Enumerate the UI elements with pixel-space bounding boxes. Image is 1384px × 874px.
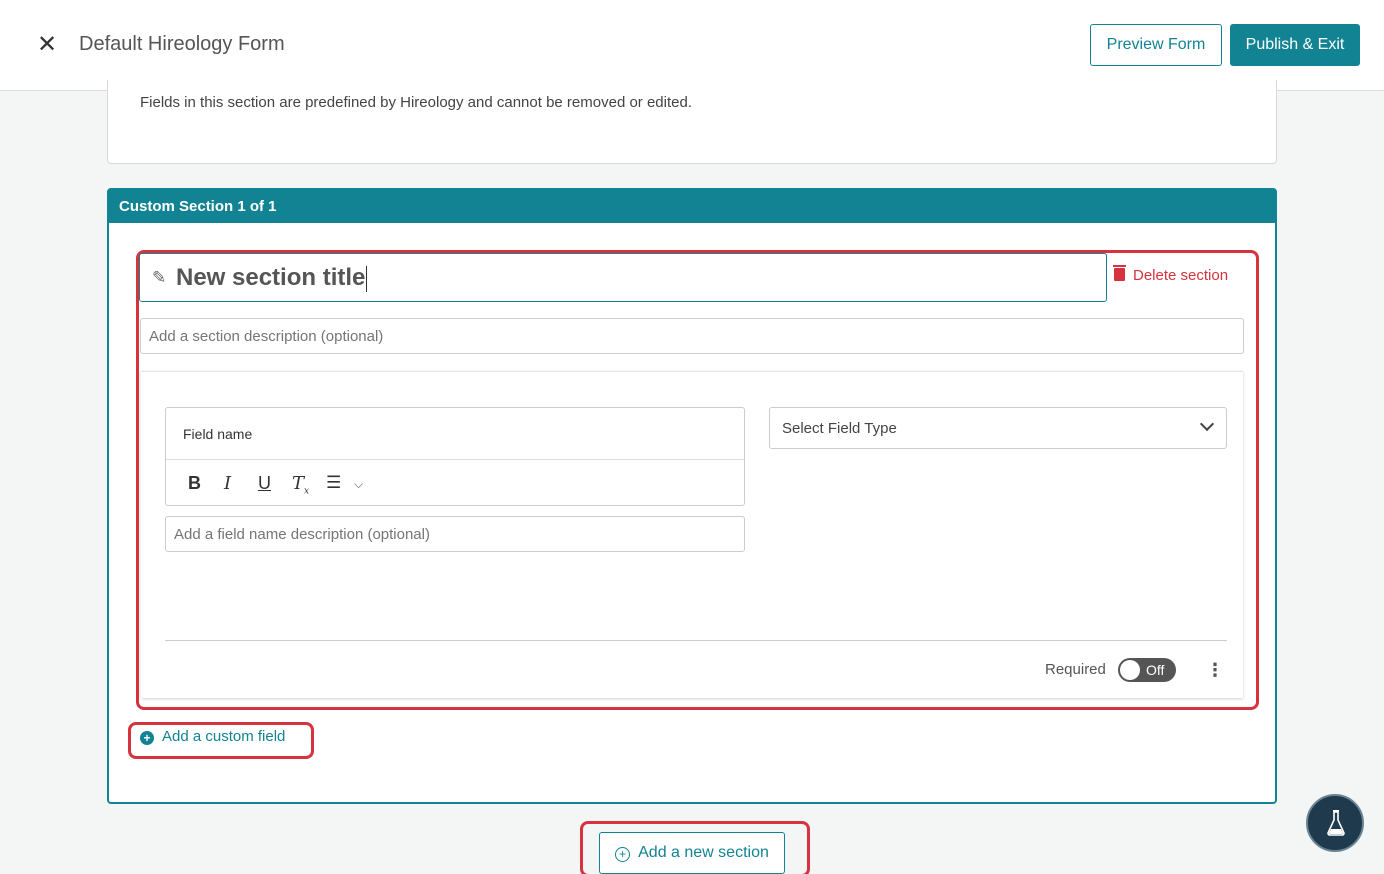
field-name-text[interactable]: Field name [183, 426, 252, 442]
add-new-section-label: Add a new section [638, 844, 769, 861]
required-toggle[interactable]: Off [1118, 658, 1176, 682]
clear-format-icon[interactable]: Tx [292, 473, 309, 497]
rich-text-toolbar: B I U Tx ☰ ⌵ [166, 459, 744, 505]
add-custom-field-button[interactable]: + Add a custom field [140, 728, 285, 745]
predefined-note: Fields in this section are predefined by… [140, 94, 692, 111]
toggle-state: Off [1146, 662, 1165, 678]
trash-icon [1113, 265, 1126, 281]
pencil-icon: ✎ [152, 268, 167, 287]
predefined-section-card: Fields in this section are predefined by… [107, 80, 1277, 164]
bullet-list-icon[interactable]: ☰ [326, 473, 341, 493]
flask-icon [1327, 810, 1345, 836]
section-title-input[interactable]: ✎ New section title [139, 253, 1107, 302]
publish-exit-button[interactable]: Publish & Exit [1230, 24, 1360, 66]
italic-icon[interactable]: I [224, 473, 231, 494]
field-type-label: Select Field Type [782, 420, 897, 437]
bold-icon[interactable]: B [188, 473, 201, 494]
field-type-select[interactable]: Select Field Type [769, 407, 1227, 449]
field-description-input[interactable] [165, 516, 745, 552]
preview-form-button[interactable]: Preview Form [1090, 24, 1222, 66]
plus-circle-outline-icon: + [615, 847, 631, 862]
field-name-editor[interactable]: Field name B I U Tx ☰ ⌵ [165, 407, 745, 506]
plus-circle-icon: + [140, 731, 154, 745]
form-title: Default Hireology Form [79, 33, 285, 55]
required-label: Required [1045, 661, 1106, 678]
more-options-icon[interactable]: ⋮ [1206, 660, 1224, 680]
delete-section-button[interactable]: Delete section [1113, 265, 1229, 284]
chevron-down-icon[interactable]: ⌵ [354, 477, 363, 492]
field-divider [165, 640, 1227, 641]
add-new-section-button[interactable]: + Add a new section [599, 832, 785, 874]
custom-section-header: Custom Section 1 of 1 [109, 190, 1275, 223]
top-bar: ✕ Default Hireology Form Preview Form Pu… [0, 0, 1384, 91]
help-launcher-button[interactable] [1306, 794, 1364, 852]
toggle-knob [1120, 660, 1140, 680]
add-custom-field-label: Add a custom field [162, 728, 286, 745]
section-title-text: New section title [176, 264, 366, 291]
section-description-input[interactable] [140, 318, 1244, 354]
text-cursor [366, 265, 368, 292]
close-icon[interactable]: ✕ [34, 31, 60, 59]
delete-section-label: Delete section [1133, 267, 1229, 284]
chevron-down-icon [1199, 416, 1215, 432]
underline-icon[interactable]: U [258, 473, 271, 494]
